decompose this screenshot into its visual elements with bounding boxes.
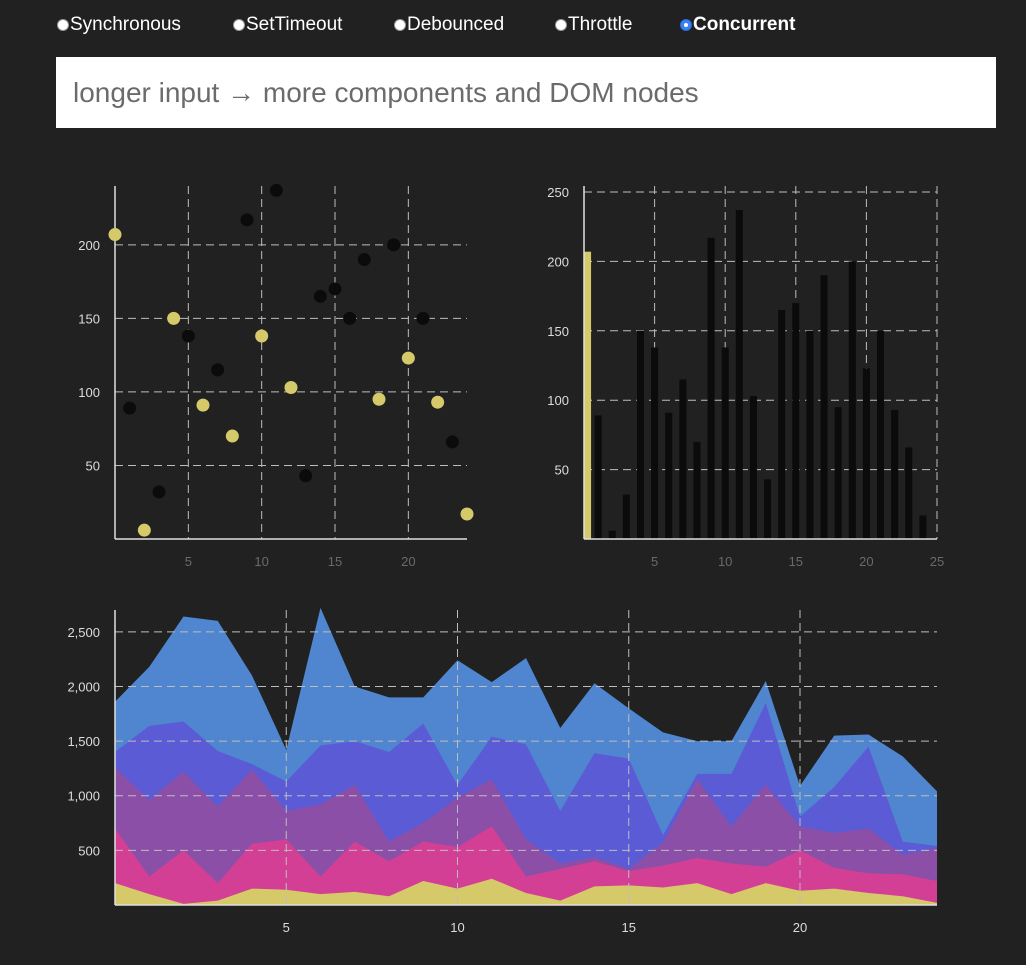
- bar: [679, 379, 687, 539]
- scatter-y-tick-label: 150: [78, 311, 100, 326]
- charts-canvas: 5 10 15 20 50 100 150 200 5 10 15 20 25 50 100 150 200 2…: [67, 183, 944, 935]
- area-y-tick-label: 1,000: [67, 789, 100, 804]
- bar-x-tick-label: 15: [789, 554, 803, 569]
- bar: [651, 347, 659, 539]
- bar-chart: 5 10 15 20 25 50 100 150 200 250: [547, 185, 944, 569]
- scatter-point: [181, 329, 195, 343]
- bar-x-tick-label: 10: [718, 554, 732, 569]
- scatter-x-tick-label: 15: [328, 554, 342, 569]
- bar: [594, 415, 602, 539]
- bar-y-tick-label: 50: [555, 463, 569, 478]
- bar-x-tick-label: 25: [930, 554, 944, 569]
- scatter-point-highlighted: [255, 329, 269, 343]
- bar: [707, 237, 715, 539]
- scatter-x-tick-label: 5: [185, 554, 192, 569]
- scatter-point-highlighted: [225, 429, 239, 443]
- scatter-point-highlighted: [401, 351, 415, 365]
- bar: [876, 330, 885, 539]
- bar: [891, 409, 899, 539]
- scatter-y-tick-label: 50: [86, 458, 100, 473]
- scatter-point-highlighted: [431, 395, 445, 409]
- scatter-point-highlighted: [137, 523, 151, 537]
- scatter-point: [343, 311, 357, 325]
- scatter-point: [313, 289, 327, 303]
- scatter-point-highlighted: [460, 507, 474, 521]
- bar-y-tick-label: 150: [547, 324, 569, 339]
- bar-y-tick-label: 200: [547, 254, 569, 269]
- scatter-point: [299, 469, 313, 483]
- scatter-x-tick-label: 20: [401, 554, 415, 569]
- bar: [848, 261, 856, 539]
- bar: [820, 275, 828, 539]
- bar: [693, 441, 701, 539]
- bar: [749, 396, 757, 539]
- bar: [735, 210, 743, 539]
- bar-y-tick-label: 100: [547, 393, 569, 408]
- scatter-point-highlighted: [284, 381, 298, 395]
- area-y-tick-label: 2,000: [67, 679, 100, 694]
- bar: [608, 530, 616, 539]
- area-x-tick-label: 15: [622, 920, 636, 935]
- area-y-tick-label: 500: [78, 843, 100, 858]
- bar-x-tick-label: 5: [651, 554, 658, 569]
- bar: [764, 479, 772, 539]
- bar-y-tick-label: 250: [547, 185, 569, 200]
- stacked-area-chart: 5 10 15 20 500 1,000 1,500 2,000 2,500: [67, 607, 937, 935]
- scatter-point: [416, 311, 430, 325]
- area-x-tick-label: 20: [793, 920, 807, 935]
- bar: [721, 347, 729, 539]
- area-x-tick-label: 5: [283, 920, 290, 935]
- scatter-y-tick-label: 100: [78, 385, 100, 400]
- area-y-tick-label: 2,500: [67, 625, 100, 640]
- area-x-tick-label: 10: [450, 920, 464, 935]
- bar: [862, 368, 870, 539]
- scatter-y-tick-label: 200: [78, 238, 100, 253]
- bar: [806, 330, 814, 539]
- scatter-point-highlighted: [167, 311, 181, 325]
- bar-highlighted: [584, 251, 592, 539]
- scatter-x-tick-label: 10: [254, 554, 268, 569]
- bar: [792, 303, 800, 539]
- scatter-point: [269, 183, 283, 197]
- scatter-point-highlighted: [196, 398, 210, 412]
- scatter-point: [328, 282, 342, 296]
- bar: [636, 330, 645, 539]
- bar: [622, 494, 630, 539]
- scatter-point: [152, 485, 166, 499]
- bar: [905, 447, 913, 539]
- bar: [919, 515, 927, 539]
- area-y-tick-label: 1,500: [67, 734, 100, 749]
- bar: [834, 407, 842, 539]
- bar: [665, 412, 673, 539]
- bar-x-tick-label: 20: [859, 554, 873, 569]
- scatter-chart: 5 10 15 20 50 100 150 200: [78, 183, 474, 569]
- scatter-point: [445, 435, 459, 449]
- scatter-point-highlighted: [372, 392, 386, 406]
- scatter-point-highlighted: [108, 228, 122, 242]
- scatter-point: [240, 213, 254, 227]
- scatter-point: [357, 253, 371, 267]
- scatter-point: [387, 238, 401, 252]
- scatter-point: [211, 363, 225, 377]
- scatter-point: [123, 401, 137, 415]
- bar: [778, 309, 786, 539]
